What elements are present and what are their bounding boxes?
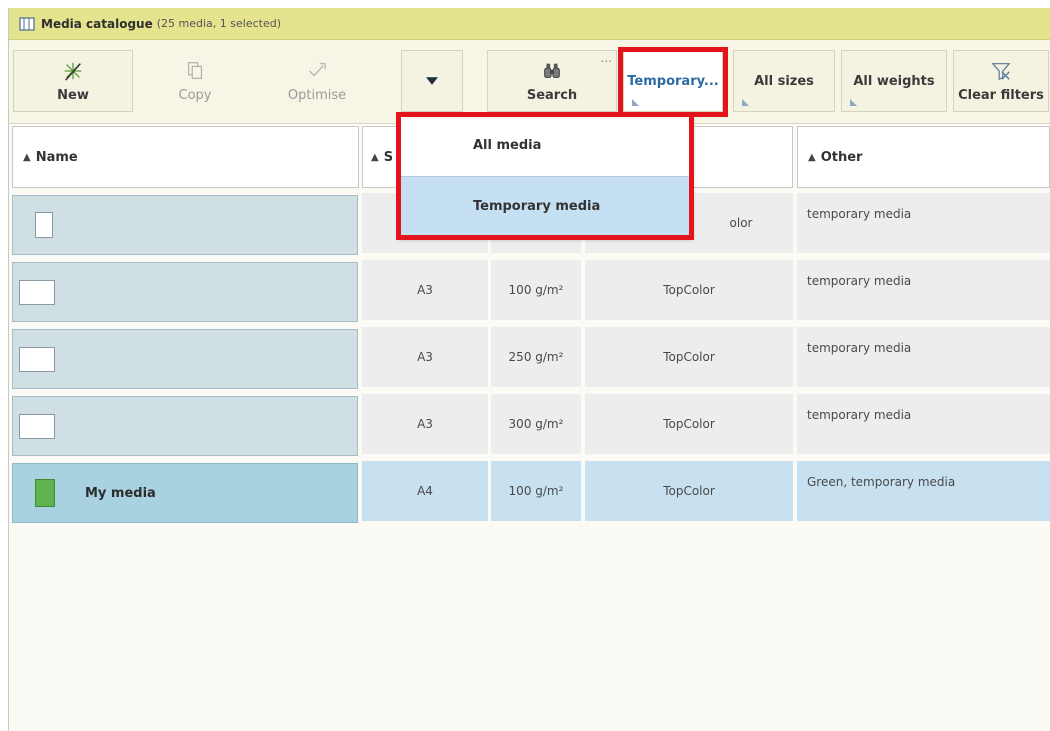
size-filter-button[interactable]: All sizes xyxy=(733,50,835,112)
type-cell: TopColor xyxy=(585,260,793,320)
dropdown-item-label: Temporary media xyxy=(473,199,601,214)
optimise-label: Optimise xyxy=(287,87,347,103)
more-actions-dropdown-button[interactable] xyxy=(401,50,463,112)
media-swatch xyxy=(19,279,55,305)
sort-icon: ▲︎ xyxy=(371,151,379,163)
window-title: Media catalogue xyxy=(41,16,153,31)
weight-cell: 250 g/m² xyxy=(491,327,581,387)
clear-filters-label: Clear filters xyxy=(958,87,1044,103)
dropdown-corner-icon xyxy=(632,99,639,106)
type-cell: TopColor xyxy=(585,327,793,387)
column-header-other[interactable]: ▲︎ Other xyxy=(797,126,1050,188)
size-cell: A3 xyxy=(362,327,488,387)
clear-filter-icon xyxy=(991,62,1011,80)
binoculars-icon xyxy=(544,63,560,78)
sort-icon: ▲︎ xyxy=(23,151,31,163)
sort-icon: ▲︎ xyxy=(808,151,816,163)
weight-cell: 100 g/m² xyxy=(491,461,581,521)
type-cell: TopColor xyxy=(585,461,793,521)
media-swatch xyxy=(35,212,53,238)
media-type-filter-label: Temporary... xyxy=(627,73,719,89)
column-header-size-label: S xyxy=(383,149,394,165)
media-name: My media xyxy=(85,485,156,501)
media-swatch-green xyxy=(35,479,55,507)
media-name-cell[interactable] xyxy=(12,329,358,389)
optimise-button[interactable]: Optimise xyxy=(257,50,377,112)
more-indicator: ... xyxy=(600,51,612,65)
search-button[interactable]: ... Search xyxy=(487,50,617,112)
catalogue-icon xyxy=(19,16,35,31)
new-label: New xyxy=(57,87,89,103)
media-name-cell[interactable] xyxy=(12,195,358,255)
weight-cell: 100 g/m² xyxy=(491,260,581,320)
dropdown-item-all-media[interactable]: All media xyxy=(399,116,691,177)
toolbar: New Copy Optimise ... Search Temporary..… xyxy=(9,40,1050,124)
media-swatch xyxy=(19,413,55,439)
other-cell: temporary media xyxy=(797,193,1050,253)
column-header-name-label: Name xyxy=(35,149,78,165)
copy-button[interactable]: Copy xyxy=(135,50,255,112)
media-type-filter-button[interactable]: Temporary... xyxy=(623,50,723,112)
size-cell: A3 xyxy=(362,260,488,320)
dropdown-corner-icon xyxy=(850,99,857,106)
size-cell: A3 xyxy=(362,394,488,454)
column-header-size[interactable]: ▲︎ S xyxy=(362,126,398,188)
other-cell: Green, temporary media xyxy=(797,461,1050,521)
column-header-name[interactable]: ▲︎ Name xyxy=(12,126,359,188)
copy-label: Copy xyxy=(178,87,212,103)
new-star-icon xyxy=(64,62,82,81)
new-button[interactable]: New xyxy=(13,50,133,112)
dropdown-corner-icon xyxy=(742,99,749,106)
media-name-cell[interactable]: My media xyxy=(12,463,358,523)
other-cell: temporary media xyxy=(797,260,1050,320)
other-cell: temporary media xyxy=(797,327,1050,387)
window-count: (25 media, 1 selected) xyxy=(156,17,281,30)
size-cell: A4 xyxy=(362,461,488,521)
size-filter-label: All sizes xyxy=(754,73,814,89)
weight-filter-button[interactable]: All weights xyxy=(841,50,947,112)
chevron-down-icon xyxy=(426,77,438,85)
other-cell: temporary media xyxy=(797,394,1050,454)
weight-filter-label: All weights xyxy=(853,73,935,89)
media-swatch xyxy=(19,346,55,372)
media-name-cell[interactable] xyxy=(12,262,358,322)
dropdown-item-label: All media xyxy=(473,138,542,153)
media-name-cell[interactable] xyxy=(12,396,358,456)
media-type-dropdown-menu: All media Temporary media xyxy=(398,115,692,238)
optimise-icon xyxy=(309,62,326,77)
column-header-type[interactable] xyxy=(692,126,793,188)
title-bar: Media catalogue (25 media, 1 selected) xyxy=(9,8,1050,40)
column-header-other-label: Other xyxy=(820,149,863,165)
type-cell: TopColor xyxy=(585,394,793,454)
dropdown-item-temporary-media[interactable]: Temporary media xyxy=(399,176,691,237)
clear-filters-button[interactable]: Clear filters xyxy=(953,50,1049,112)
weight-cell: 300 g/m² xyxy=(491,394,581,454)
search-label: Search xyxy=(526,87,578,103)
copy-icon xyxy=(187,61,203,79)
